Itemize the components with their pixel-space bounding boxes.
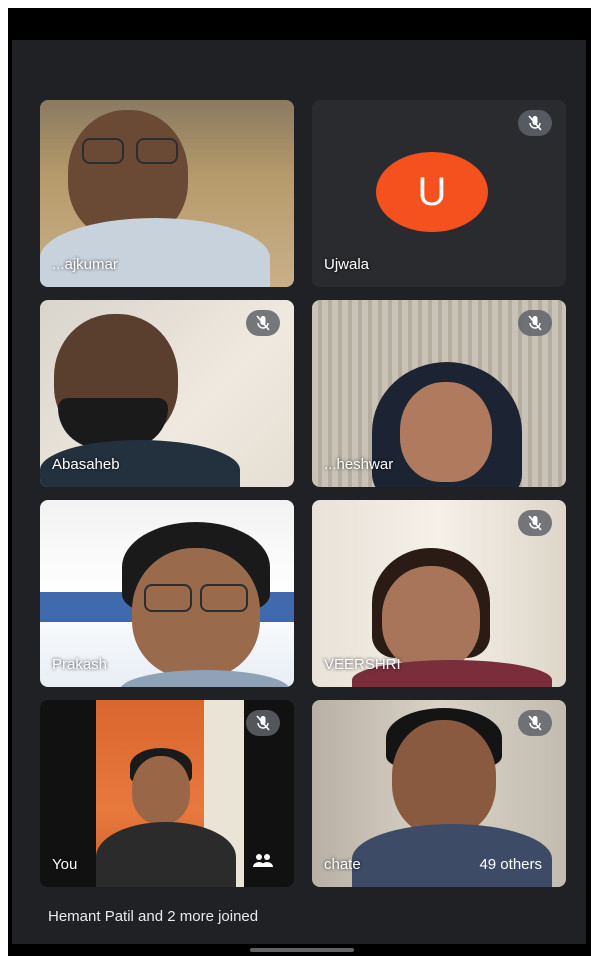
mic-off-icon (518, 710, 552, 736)
participant-name: Ujwala (324, 256, 370, 273)
glasses (144, 584, 192, 612)
participant-face (382, 566, 480, 670)
participant-name: ...heshwar (324, 456, 394, 473)
participant-name: chate (324, 856, 361, 873)
glasses (82, 138, 124, 164)
participant-tile-1[interactable]: ...ajkumar (40, 100, 294, 287)
avatar: U (376, 152, 488, 232)
mic-off-icon (518, 310, 552, 336)
mic-off-icon (246, 310, 280, 336)
mic-off-icon (518, 110, 552, 136)
participant-tile-3[interactable]: Abasaheb (40, 300, 294, 487)
join-notification: Hemant Patil and 2 more joined (48, 908, 259, 925)
people-icon[interactable] (252, 852, 274, 873)
participant-name: Abasaheb (52, 456, 120, 473)
others-count[interactable]: 49 others (479, 856, 542, 873)
participant-face (132, 756, 190, 824)
participant-tile-8[interactable]: chate 49 others (312, 700, 566, 887)
participant-face (132, 548, 260, 678)
participant-body (96, 822, 236, 887)
participant-tile-4[interactable]: ...heshwar (312, 300, 566, 487)
participant-tile-6[interactable]: VEERSHRI (312, 500, 566, 687)
participant-face (400, 382, 492, 482)
participant-name: ...ajkumar (52, 256, 118, 273)
participant-name: VEERSHRI (324, 656, 401, 673)
mic-off-icon (246, 710, 280, 736)
participant-tile-5[interactable]: Prakash (40, 500, 294, 687)
glasses (200, 584, 248, 612)
participant-name: Prakash (52, 656, 108, 673)
meeting-screen: ...ajkumar U Ujwala Abasaheb ...heshwar (12, 40, 586, 944)
participant-name: You (52, 856, 78, 873)
home-indicator[interactable] (250, 948, 354, 952)
participant-tile-7[interactable]: You (40, 700, 294, 887)
glasses (136, 138, 178, 164)
mic-off-icon (518, 510, 552, 536)
participant-face (392, 720, 496, 836)
participant-tile-2[interactable]: U Ujwala (312, 100, 566, 287)
